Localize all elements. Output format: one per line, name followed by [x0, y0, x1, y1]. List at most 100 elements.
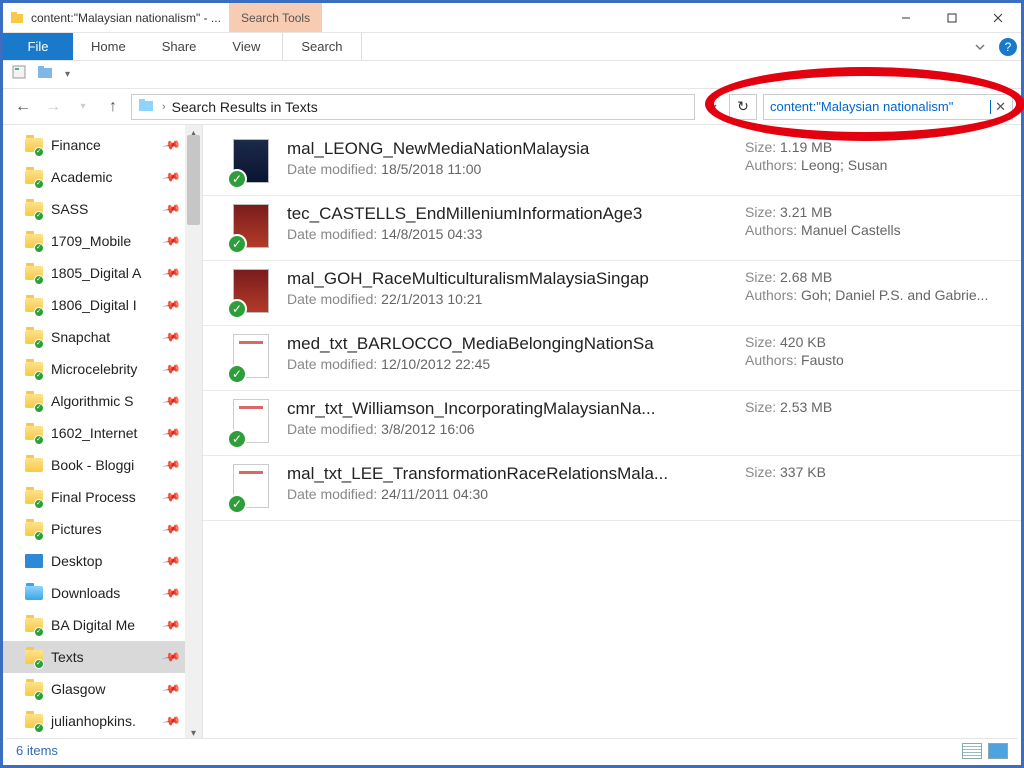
- result-row[interactable]: ✓mal_txt_LEE_TransformationRaceRelations…: [203, 456, 1021, 521]
- sync-badge-icon: [34, 403, 44, 413]
- sync-badge-icon: [34, 243, 44, 253]
- sync-badge-icon: [34, 659, 44, 669]
- sidebar-item[interactable]: Finance📌: [3, 129, 185, 161]
- nav-up-button[interactable]: ↑: [101, 95, 125, 119]
- navigation-pane: Finance📌Academic📌SASS📌1709_Mobile📌1805_D…: [3, 125, 203, 741]
- minimize-button[interactable]: [883, 3, 929, 32]
- sidebar-item-label: 1709_Mobile: [51, 233, 131, 249]
- pin-icon: 📌: [161, 711, 181, 731]
- sidebar-item[interactable]: Pictures📌: [3, 513, 185, 545]
- file-properties: Size: 337 KB: [735, 464, 1005, 482]
- sidebar-item[interactable]: 1806_Digital I📌: [3, 289, 185, 321]
- result-row[interactable]: ✓ tec_CASTELLS_EndMilleniumInformationAge…: [203, 196, 1021, 261]
- view-large-icons-button[interactable]: [988, 743, 1008, 759]
- sidebar-scrollbar[interactable]: ▴ ▾: [185, 125, 202, 741]
- tab-search[interactable]: Search: [282, 33, 361, 60]
- sidebar-item[interactable]: Downloads📌: [3, 577, 185, 609]
- pin-icon: 📌: [161, 647, 181, 667]
- pin-icon: 📌: [161, 167, 181, 187]
- pin-icon: 📌: [161, 423, 181, 443]
- result-row[interactable]: ✓cmr_txt_Williamson_IncorporatingMalaysi…: [203, 391, 1021, 456]
- qat-newfolder-icon[interactable]: [37, 65, 55, 84]
- sidebar-item[interactable]: Glasgow 📌: [3, 673, 185, 705]
- sync-badge-icon: [34, 691, 44, 701]
- pin-icon: 📌: [161, 199, 181, 219]
- pin-icon: 📌: [161, 679, 181, 699]
- sync-check-icon: ✓: [227, 364, 247, 384]
- sidebar-item[interactable]: Algorithmic S📌: [3, 385, 185, 417]
- search-input[interactable]: content:"Malaysian nationalism" ✕: [763, 94, 1013, 120]
- result-row[interactable]: ✓med_txt_BARLOCCO_MediaBelongingNationSa…: [203, 326, 1021, 391]
- date-modified-value: 12/10/2012 22:45: [381, 356, 490, 372]
- maximize-button[interactable]: [929, 3, 975, 32]
- sync-check-icon: ✓: [227, 234, 247, 254]
- tab-share[interactable]: Share: [144, 33, 215, 60]
- file-name: mal_txt_LEE_TransformationRaceRelationsM…: [287, 464, 735, 484]
- ribbon-collapse-button[interactable]: [965, 33, 995, 60]
- refresh-button[interactable]: ↻: [729, 94, 757, 120]
- pin-icon: 📌: [161, 359, 181, 379]
- file-properties: Size: 2.53 MB: [735, 399, 1005, 417]
- tab-home[interactable]: Home: [73, 33, 144, 60]
- location-history-dropdown[interactable]: [701, 94, 723, 120]
- sidebar-item-label: Glasgow: [51, 681, 105, 697]
- sync-badge-icon: [34, 531, 44, 541]
- breadcrumb-bar[interactable]: › Search Results in Texts: [131, 94, 695, 120]
- sidebar-item-label: Downloads: [51, 585, 120, 601]
- sidebar-item[interactable]: Academic 📌: [3, 161, 185, 193]
- qat-customize-dropdown[interactable]: ▾: [65, 69, 70, 80]
- sidebar-item-label: SASS: [51, 201, 88, 217]
- date-modified-label: Date modified:: [287, 226, 381, 242]
- sidebar-item[interactable]: Microcelebrity📌: [3, 353, 185, 385]
- date-modified-value: 14/8/2015 04:33: [381, 226, 482, 242]
- result-row[interactable]: ✓mal_GOH_RaceMulticulturalismMalaysiaSin…: [203, 261, 1021, 326]
- search-clear-button[interactable]: ✕: [991, 99, 1006, 115]
- date-modified-value: 18/5/2018 11:00: [381, 161, 481, 177]
- sidebar-item[interactable]: BA Digital Me📌: [3, 609, 185, 641]
- close-button[interactable]: [975, 3, 1021, 32]
- sidebar-item[interactable]: 1709_Mobile📌: [3, 225, 185, 257]
- sidebar-item[interactable]: 1602_Internet📌: [3, 417, 185, 449]
- sidebar-item[interactable]: 1805_Digital A📌: [3, 257, 185, 289]
- sidebar-item[interactable]: Final Process📌: [3, 481, 185, 513]
- nav-forward-button[interactable]: →: [41, 95, 65, 119]
- nav-recent-dropdown[interactable]: ▾: [71, 95, 95, 119]
- desktop-icon: [25, 554, 43, 568]
- search-results-pane: ✓mal_LEONG_NewMediaNationMalaysiaDate mo…: [203, 125, 1021, 741]
- sidebar-item-label: Academic: [51, 169, 112, 185]
- sidebar-item[interactable]: Desktop📌: [3, 545, 185, 577]
- scrollbar-thumb[interactable]: [187, 135, 200, 225]
- sidebar-item[interactable]: SASS 📌: [3, 193, 185, 225]
- result-row[interactable]: ✓mal_LEONG_NewMediaNationMalaysiaDate mo…: [203, 131, 1021, 196]
- sidebar-item-label: Desktop: [51, 553, 102, 569]
- sidebar-item-label: Texts: [51, 649, 84, 665]
- folder-icon: [25, 586, 43, 600]
- qat-properties-icon[interactable]: [11, 64, 27, 85]
- nav-back-button[interactable]: ←: [11, 95, 35, 119]
- sidebar-item-label: Algorithmic S: [51, 393, 133, 409]
- pin-icon: 📌: [161, 455, 181, 475]
- file-name: tec_CASTELLS_EndMilleniumInformationAge3: [287, 204, 735, 224]
- sidebar-item-label: Pictures: [51, 521, 102, 537]
- address-bar-row: ← → ▾ ↑ › Search Results in Texts ↻ cont…: [3, 89, 1021, 125]
- file-tab[interactable]: File: [3, 33, 73, 60]
- sidebar-item-label: Snapchat: [51, 329, 110, 345]
- search-tools-contextual-tab[interactable]: Search Tools: [229, 3, 322, 32]
- tab-view[interactable]: View: [214, 33, 278, 60]
- view-details-button[interactable]: [962, 743, 982, 759]
- sidebar-item[interactable]: Book - Bloggi 📌: [3, 449, 185, 481]
- sync-badge-icon: [34, 179, 44, 189]
- sidebar-item[interactable]: Texts 📌: [3, 641, 185, 673]
- search-input-text: content:"Malaysian nationalism": [770, 99, 989, 114]
- pin-icon: 📌: [161, 263, 181, 283]
- sync-badge-icon: [34, 371, 44, 381]
- date-modified-value: 24/11/2011 04:30: [381, 486, 488, 502]
- sync-badge-icon: [34, 307, 44, 317]
- sidebar-item-label: Book - Bloggi: [51, 457, 134, 473]
- file-properties: Size: 420 KBAuthors: Fausto: [735, 334, 1005, 370]
- file-name: cmr_txt_Williamson_IncorporatingMalaysia…: [287, 399, 735, 419]
- help-button[interactable]: ?: [995, 33, 1021, 60]
- sidebar-item[interactable]: julianhopkins.📌: [3, 705, 185, 737]
- file-thumbnail: ✓: [233, 139, 273, 185]
- sidebar-item[interactable]: Snapchat📌: [3, 321, 185, 353]
